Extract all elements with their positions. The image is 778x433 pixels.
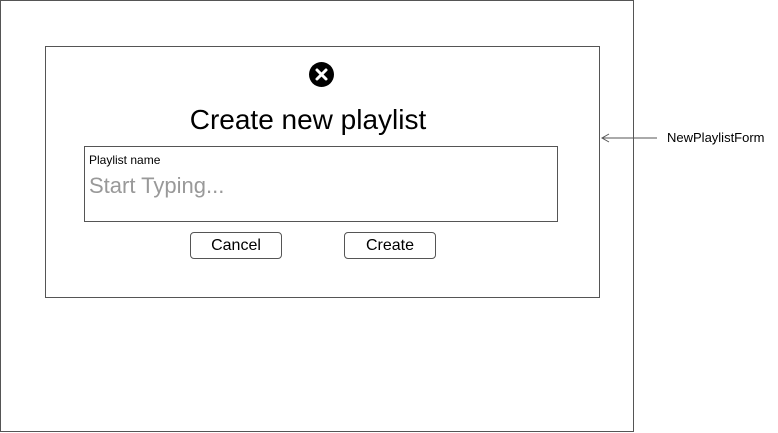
annotation-label: NewPlaylistForm [667, 130, 765, 145]
close-circle-icon [315, 68, 328, 81]
playlist-name-field[interactable]: Playlist name [84, 146, 558, 222]
create-button[interactable]: Create [344, 232, 436, 259]
close-button[interactable] [309, 62, 334, 87]
dialog-title: Create new playlist [189, 104, 427, 135]
arrow-left-icon [600, 133, 657, 143]
cancel-button[interactable]: Cancel [190, 232, 282, 259]
playlist-name-label: Playlist name [89, 153, 161, 167]
playlist-name-input[interactable] [89, 171, 549, 201]
